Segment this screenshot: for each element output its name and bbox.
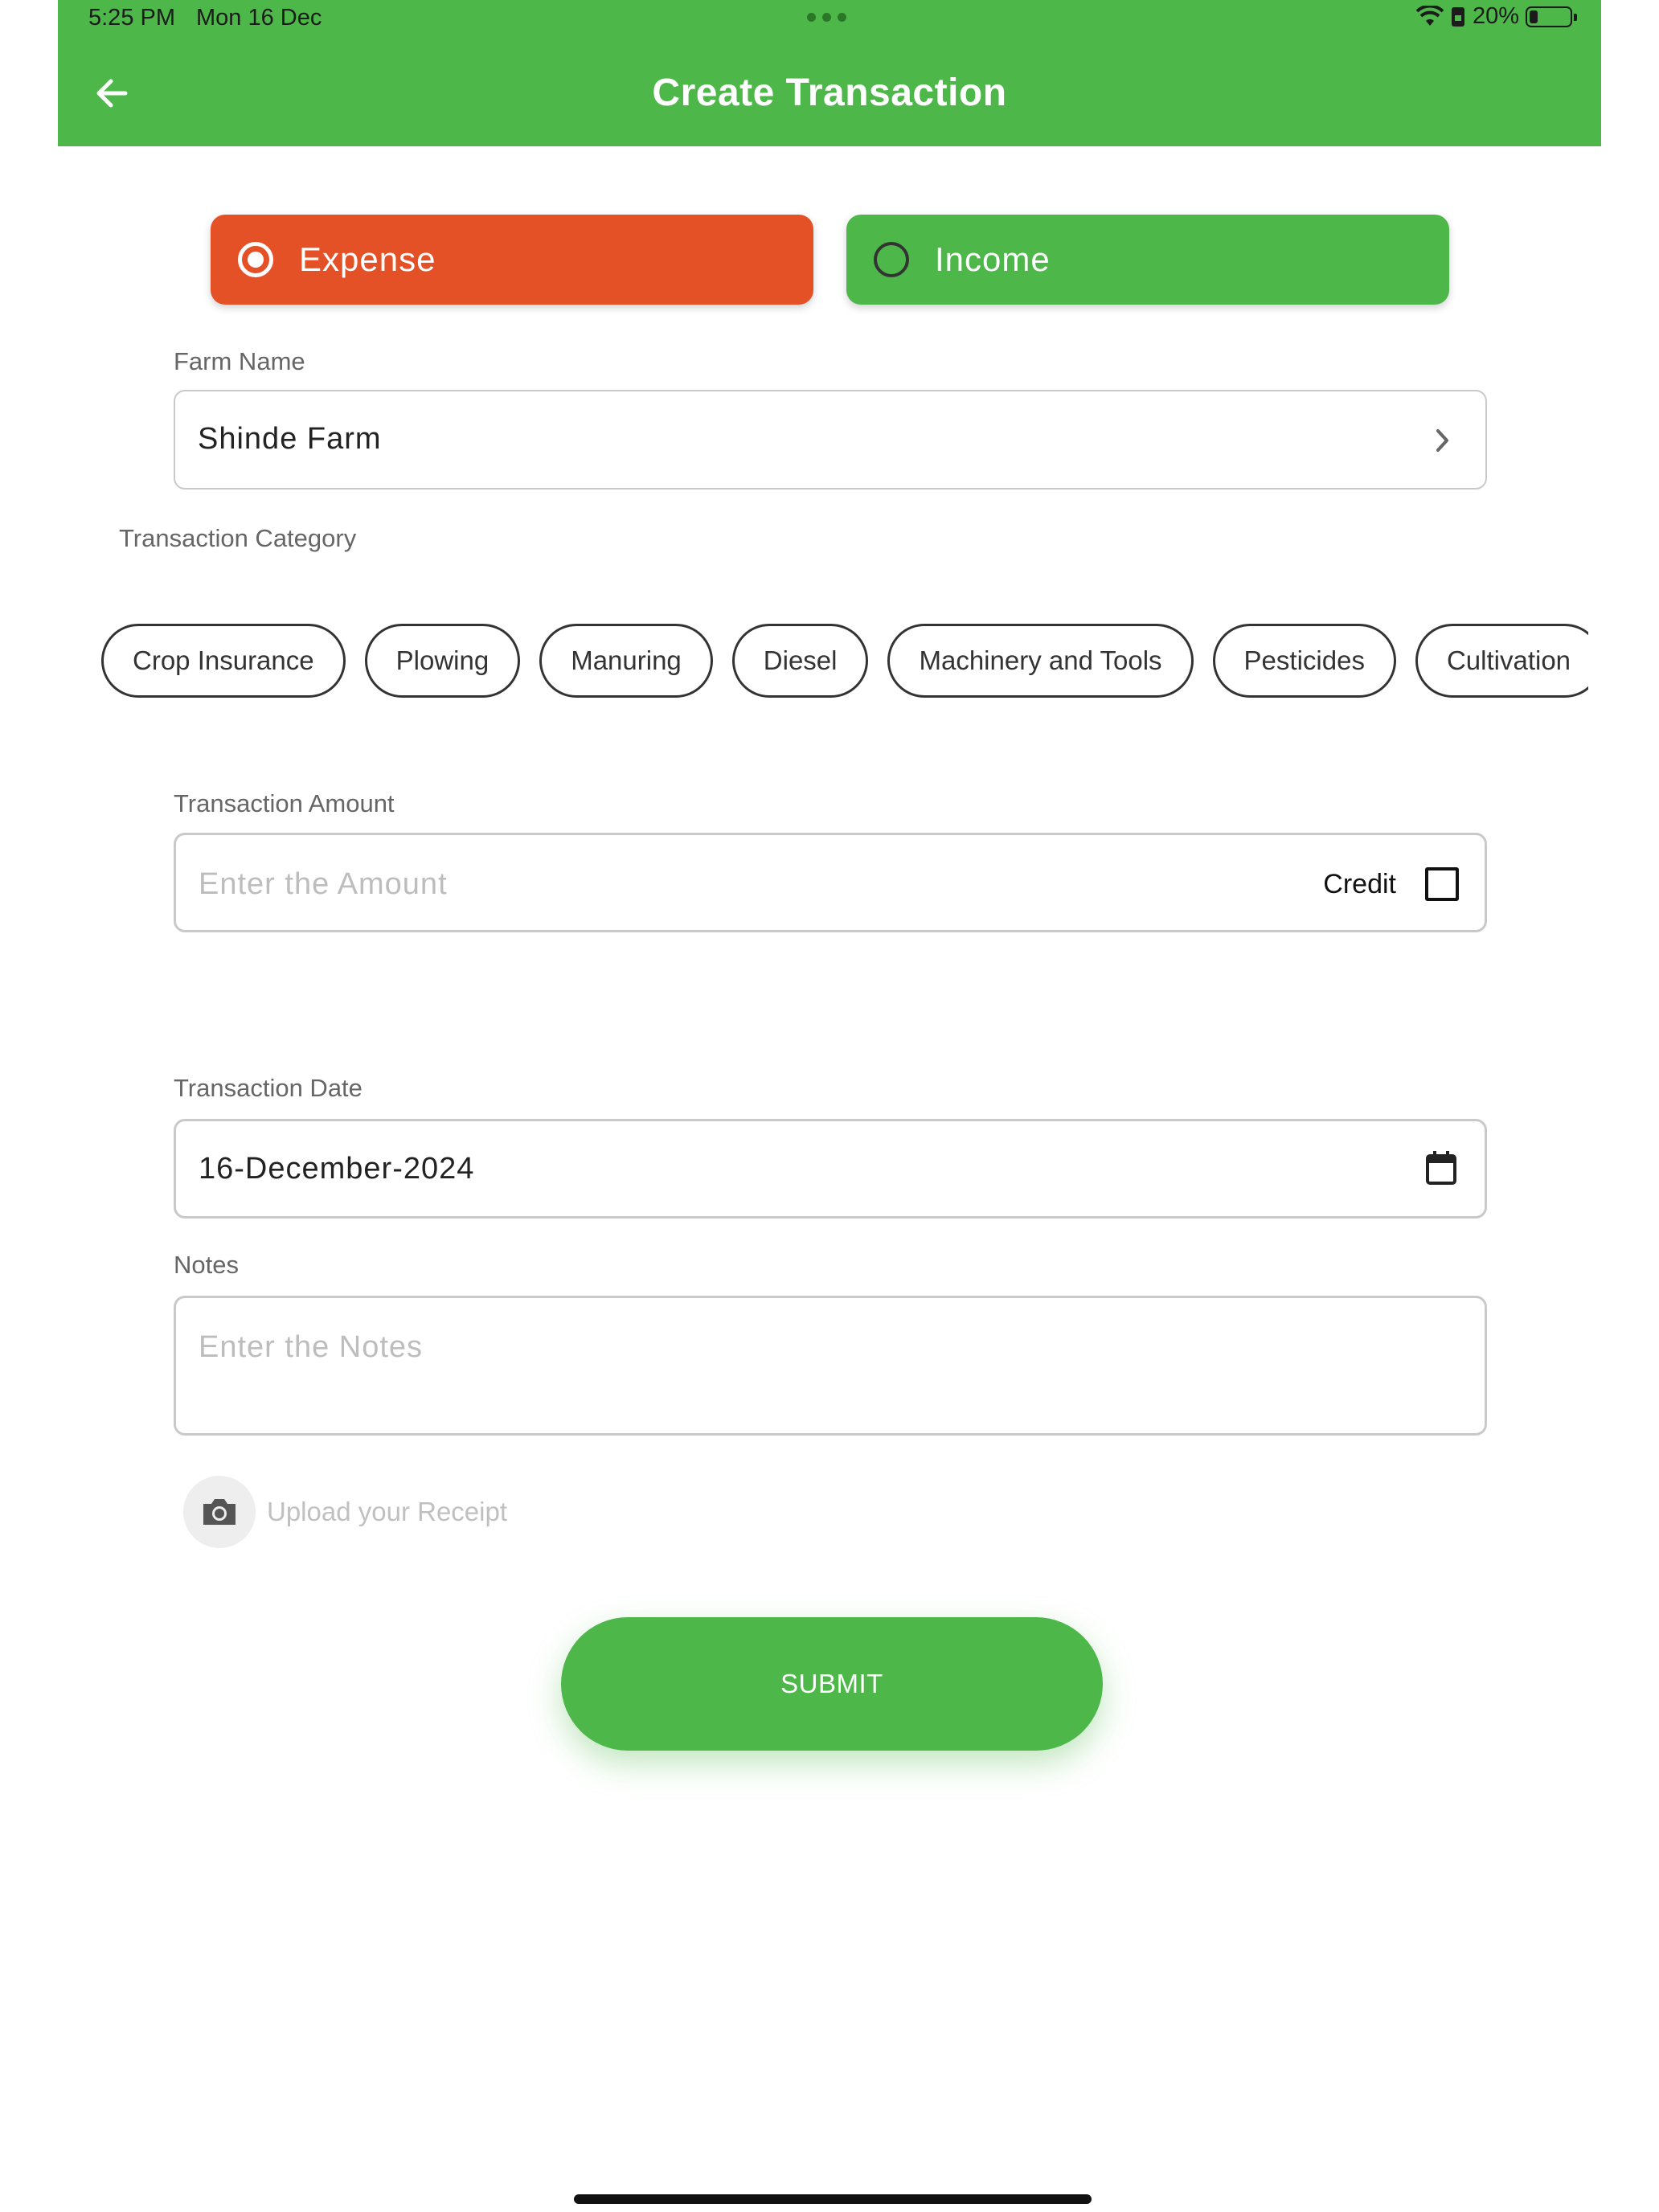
expense-label: Expense [299,240,436,278]
expense-toggle[interactable]: Expense [211,215,813,305]
chevron-right-icon [1436,429,1448,452]
amount-placeholder: Enter the Amount [199,867,448,901]
radio-selected-icon [238,242,273,277]
notes-placeholder: Enter the Notes [199,1330,424,1364]
wifi-icon [1415,5,1444,26]
category-chip[interactable]: Manuring [539,624,713,698]
transaction-category-label: Transaction Category [119,524,357,552]
category-chip[interactable]: Plowing [364,624,521,698]
credit-label: Credit [1323,868,1396,899]
category-chip[interactable]: Machinery and Tools [887,624,1194,698]
transaction-amount-label: Transaction Amount [174,789,395,817]
category-chip[interactable]: Cultivation [1415,624,1588,698]
transaction-date-label: Transaction Date [174,1074,363,1102]
multitasking-dots-icon[interactable] [807,13,846,22]
income-label: Income [935,240,1051,278]
category-chip[interactable]: Crop Insurance [101,624,346,698]
battery-percent: 20% [1472,3,1519,29]
farm-name-selector[interactable]: Shinde Farm [174,390,1487,490]
radio-unselected-icon [874,242,909,277]
amount-input[interactable]: Enter the Amount Credit [174,833,1487,932]
submit-button[interactable]: SUBMIT [561,1617,1103,1751]
status-date: Mon 16 Dec [196,5,322,31]
lock-rotation-icon [1451,6,1464,27]
credit-toggle[interactable]: Credit [1323,867,1459,901]
page-title: Create Transaction [652,72,1007,114]
category-chip[interactable]: Pesticides [1212,624,1396,698]
farm-name-value: Shinde Farm [198,422,382,456]
income-toggle[interactable]: Income [846,215,1449,305]
battery-fill [1530,10,1538,23]
camera-icon[interactable] [183,1476,256,1548]
date-picker[interactable]: 16-December-2024 [174,1119,1487,1219]
home-indicator[interactable] [574,2194,1092,2204]
upload-receipt-button[interactable]: Upload your Receipt [183,1476,507,1548]
credit-checkbox[interactable] [1425,867,1459,901]
date-value: 16-December-2024 [199,1152,475,1186]
upload-receipt-label: Upload your Receipt [267,1497,507,1526]
notes-label: Notes [174,1251,239,1279]
app-header: 5:25 PM Mon 16 Dec 20% Create Transactio… [58,0,1601,146]
category-chip[interactable]: Diesel [731,624,869,698]
status-indicators: 20% [1415,3,1577,30]
category-chips: Crop Insurance Plowing Manuring Diesel M… [101,624,1588,701]
calendar-icon[interactable] [1425,1150,1457,1186]
status-time: 5:25 PM [88,5,175,31]
battery-icon [1526,6,1577,27]
notes-input[interactable]: Enter the Notes [174,1296,1487,1436]
farm-name-label: Farm Name [174,347,305,375]
